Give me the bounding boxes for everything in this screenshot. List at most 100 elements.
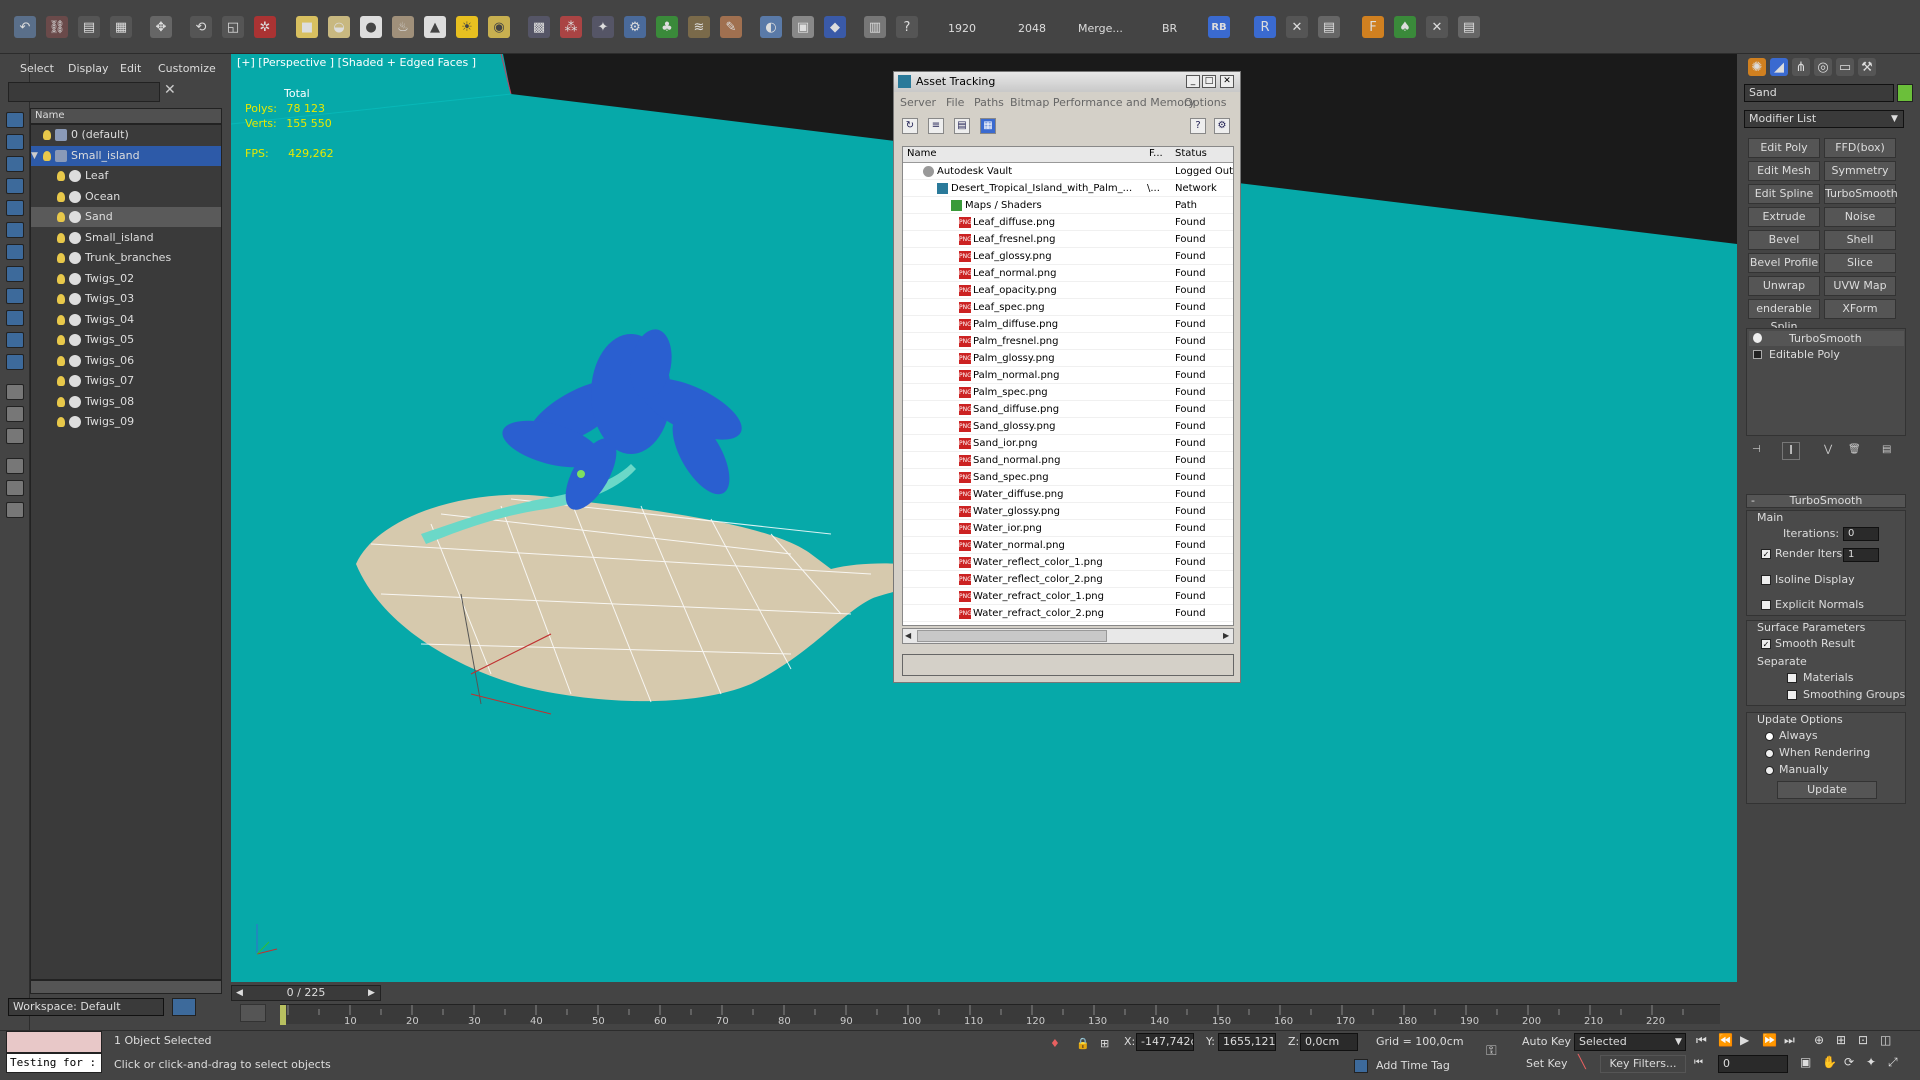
minimize-icon[interactable]: _ xyxy=(1186,75,1200,88)
time-slider[interactable]: ◀ 0 / 225 ▶ xyxy=(231,985,381,1001)
render-width-field[interactable]: 1920 xyxy=(948,22,976,35)
isolate-icon[interactable]: ♦ xyxy=(1050,1037,1062,1051)
col-name[interactable]: Name xyxy=(907,148,937,159)
asset-row[interactable]: PNG Water_refract_color_2.png Found xyxy=(903,605,1233,622)
scene-item[interactable]: 0 (default) xyxy=(31,125,221,145)
compass-icon[interactable]: ✦ xyxy=(592,16,614,38)
rail-containers-icon[interactable] xyxy=(6,354,24,370)
render-setup-icon[interactable]: ◐ xyxy=(760,16,782,38)
box-icon[interactable]: ■ xyxy=(296,16,318,38)
tools-icon[interactable]: ✕ xyxy=(1286,16,1308,38)
pan-icon[interactable]: ✋ xyxy=(1822,1055,1837,1069)
rail-groups-icon[interactable] xyxy=(6,310,24,326)
modifier-button[interactable]: Slice xyxy=(1824,253,1896,273)
walk-icon[interactable]: ✦ xyxy=(1866,1055,1876,1069)
asset-row[interactable]: Maps / Shaders xyxy=(903,197,1233,214)
scatter-icon[interactable]: ✕ xyxy=(1426,16,1448,38)
fp-icon[interactable]: F xyxy=(1362,16,1384,38)
stack-item-turbosmooth[interactable]: TurboSmooth xyxy=(1749,331,1904,346)
asset-row[interactable]: PNG Water_reflect_color_1.png Found xyxy=(903,554,1233,571)
modifier-button[interactable]: Bevel Profile xyxy=(1748,253,1820,273)
modifier-button[interactable]: Shell xyxy=(1824,230,1896,250)
list-icon[interactable]: ▤ xyxy=(1458,16,1480,38)
rail-options-icon[interactable] xyxy=(6,502,24,518)
asset-row[interactable]: PNG Water_diffuse.png Found xyxy=(903,486,1233,503)
scene-item[interactable]: Twigs_02 xyxy=(31,269,221,289)
asset-row[interactable]: PNG Palm_diffuse.png Found xyxy=(903,316,1233,333)
scene-item[interactable]: Trunk_branches xyxy=(31,248,221,268)
key-mode-toggle-icon[interactable]: ⏮ xyxy=(1694,1057,1714,1073)
asset-row[interactable]: PNG Palm_spec.png Found xyxy=(903,384,1233,401)
maximize-icon[interactable]: □ xyxy=(1202,75,1216,88)
asset-path-field[interactable] xyxy=(902,654,1234,676)
explicit-normals-checkbox[interactable] xyxy=(1761,600,1771,610)
menu-select[interactable]: Select xyxy=(20,62,54,75)
modifier-list-dropdown[interactable]: Modifier List ▼ xyxy=(1744,110,1904,128)
smoothing-groups-checkbox[interactable] xyxy=(1787,690,1797,700)
menu-bitmap-performance[interactable]: Bitmap Performance and Memory xyxy=(1010,96,1195,109)
set-key-button[interactable]: Set Key xyxy=(1526,1057,1568,1070)
render-iters-checkbox[interactable]: ✓ xyxy=(1761,549,1771,559)
render-height-field[interactable]: 2048 xyxy=(1018,22,1046,35)
rail-helpers-icon[interactable] xyxy=(6,244,24,260)
clear-search-icon[interactable]: ✕ xyxy=(164,82,178,100)
rail-bones-icon[interactable] xyxy=(6,288,24,304)
show-end-result-icon[interactable]: I xyxy=(1782,442,1800,460)
orbit-icon[interactable]: ⟳ xyxy=(1844,1055,1854,1069)
visibility-bulb-icon[interactable] xyxy=(57,335,65,345)
visibility-bulb-icon[interactable] xyxy=(57,396,65,407)
zoom-all-icon[interactable]: ⊞ xyxy=(1836,1033,1846,1047)
scene-item[interactable]: Sand xyxy=(31,207,221,227)
selection-set-dropdown[interactable]: Selected ▼ xyxy=(1574,1033,1686,1051)
brush-icon[interactable]: ✎ xyxy=(720,16,742,38)
go-to-end-icon[interactable]: ⏭ xyxy=(1784,1033,1795,1048)
col-path[interactable]: F... xyxy=(1149,148,1163,159)
modifier-button[interactable]: Bevel xyxy=(1748,230,1820,250)
expand-arrow-icon[interactable]: ▼ xyxy=(31,146,38,166)
scene-item[interactable]: Twigs_04 xyxy=(31,310,221,330)
rail-table-icon[interactable] xyxy=(6,428,24,444)
scene-hscrollbar[interactable] xyxy=(30,980,222,994)
make-unique-icon[interactable]: ⋁ xyxy=(1824,444,1840,458)
rail-display-icon[interactable] xyxy=(6,112,24,128)
remove-modifier-icon[interactable]: 🗑 xyxy=(1848,444,1864,458)
when-rendering-radio[interactable] xyxy=(1765,749,1774,758)
rail-spacewarps-icon[interactable] xyxy=(6,266,24,282)
asset-row[interactable]: PNG Leaf_fresnel.png Found xyxy=(903,231,1233,248)
scroll-thumb[interactable] xyxy=(917,630,1107,642)
link-icon[interactable]: ⛓ xyxy=(46,16,68,38)
select-scale-icon[interactable]: ◱ xyxy=(222,16,244,38)
stack-item-editable-poly[interactable]: Editable Poly xyxy=(1749,347,1904,362)
menu-file[interactable]: File xyxy=(946,96,964,109)
refresh-icon[interactable]: ↻ xyxy=(902,118,918,134)
visibility-bulb-icon[interactable] xyxy=(57,232,65,243)
scene-item[interactable]: Ocean xyxy=(31,187,221,207)
undo-icon[interactable]: ↶ xyxy=(14,16,36,38)
asset-row[interactable]: Desert_Tropical_Island_with_Palm_... \...… xyxy=(903,180,1233,211)
asset-row[interactable]: PNG Palm_glossy.png Found xyxy=(903,350,1233,367)
rail-geometry-icon[interactable] xyxy=(6,156,24,172)
scene-item[interactable]: Twigs_03 xyxy=(31,289,221,309)
asset-tracking-titlebar[interactable]: Asset Tracking _ □ ✕ xyxy=(894,72,1240,92)
asset-row[interactable]: PNG Palm_normal.png Found xyxy=(903,367,1233,384)
maximize-viewport-icon[interactable]: ⤢ xyxy=(1888,1055,1898,1070)
smooth-result-checkbox[interactable]: ✓ xyxy=(1761,639,1771,649)
modifier-button[interactable]: XForm xyxy=(1824,299,1896,319)
asset-row[interactable]: PNG Sand_spec.png Found xyxy=(903,469,1233,486)
asset-row[interactable]: PNG Sand_diffuse.png Found xyxy=(903,401,1233,418)
scene-item[interactable]: Leaf xyxy=(31,166,221,186)
render-icon[interactable]: ◆ xyxy=(824,16,846,38)
modify-tab-icon[interactable]: ◢ xyxy=(1770,58,1788,76)
curve-editor-icon[interactable] xyxy=(240,1004,266,1022)
modifier-button[interactable]: Symmetry xyxy=(1824,161,1896,181)
hierarchy-tab-icon[interactable]: ⋔ xyxy=(1792,58,1810,76)
gear-icon[interactable]: ⚙ xyxy=(624,16,646,38)
play-icon[interactable]: ▶ xyxy=(1740,1033,1749,1047)
light-icon[interactable]: ☀ xyxy=(456,16,478,38)
menu-paths[interactable]: Paths xyxy=(974,96,1004,109)
key-icon[interactable]: ⚿ xyxy=(1486,1043,1510,1059)
cone-icon[interactable]: ▲ xyxy=(424,16,446,38)
display-tab-icon[interactable]: ▭ xyxy=(1836,58,1854,76)
prev-key-icon[interactable]: ⏪ xyxy=(1718,1033,1733,1047)
scene-item[interactable]: Twigs_08 xyxy=(31,392,221,412)
